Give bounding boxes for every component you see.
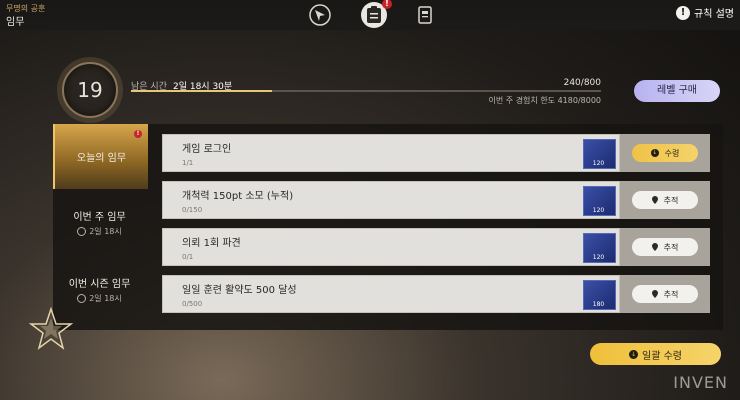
quest-info: 게임 로그인 1/1 120 [162, 134, 620, 172]
claim-all-button[interactable]: ↓ 일괄 수령 [590, 343, 721, 365]
watermark: INVEN [673, 373, 728, 392]
reward-item-icon[interactable]: 120 [583, 233, 616, 263]
mission-category-sidebar: 오늘의 임무 ! 이번 주 임무 2일 18시 이번 시즌 임무 2일 18시 [53, 124, 148, 330]
quest-progress: 0/500 [182, 300, 203, 308]
level-badge: 19 [62, 62, 118, 118]
quest-name: 개척력 150pt 소모 (누적) [182, 191, 294, 202]
daily-alert-badge: ! [134, 130, 142, 138]
missions-alert-badge: ! [382, 0, 392, 9]
nav-tab-missions[interactable]: ! [361, 0, 392, 28]
quest-progress: 1/1 [182, 159, 194, 167]
reward-amount: 120 [592, 254, 605, 261]
quest-info: 일일 훈련 활약도 500 달성 0/500 180 [162, 275, 620, 313]
track-label: 추적 [663, 289, 679, 299]
reward-item-icon[interactable]: 120 [583, 186, 616, 216]
tab-timer-value: 2일 18시 [89, 294, 122, 303]
reward-amount: 180 [592, 301, 605, 308]
compass-icon [309, 4, 331, 26]
quest-progress: 0/150 [182, 206, 203, 214]
quest-row: 게임 로그인 1/1 120 ↓ 수령 [162, 134, 710, 172]
track-label: 추적 [663, 242, 679, 252]
tab-timer-value: 2일 18시 [89, 227, 122, 236]
nav-tab-compass[interactable] [308, 3, 332, 27]
track-button[interactable]: 추적 [632, 191, 698, 209]
page-title: 임무 [6, 17, 25, 28]
download-claim-icon: ↓ [629, 349, 638, 359]
download-claim-icon: ↓ [650, 149, 659, 157]
tab-label: 이번 시즌 임무 [68, 279, 131, 290]
quest-action-area: 추적 [620, 181, 710, 219]
quest-progress: 0/1 [182, 253, 194, 261]
xp-count: 240/800 [563, 78, 601, 88]
clipboard-icon [367, 6, 381, 23]
reward-item-icon[interactable]: 180 [583, 280, 616, 310]
quest-info: 의뢰 1회 파견 0/1 120 [162, 228, 620, 266]
claim-button[interactable]: ↓ 수령 [632, 144, 698, 162]
claim-label: 수령 [664, 148, 680, 158]
tab-timer: 2일 18시 [77, 293, 122, 304]
pin-icon [651, 196, 658, 204]
quest-name: 일일 훈련 활약도 500 달성 [182, 285, 297, 296]
rules-label: 규칙 설명 [694, 9, 734, 20]
rules-button[interactable]: ! 규칙 설명 [676, 5, 734, 20]
tab-label: 이번 주 임무 [73, 212, 126, 223]
reward-amount: 120 [592, 160, 605, 167]
level-value: 19 [77, 78, 103, 102]
quest-name: 의뢰 1회 파견 [182, 238, 241, 249]
reward-item-icon[interactable]: 120 [583, 139, 616, 169]
claim-all-label: 일괄 수령 [642, 350, 682, 362]
info-icon: ! [676, 5, 691, 20]
quest-action-area: 추적 [620, 275, 710, 313]
quest-action-area: ↓ 수령 [620, 134, 710, 172]
xp-progress-fill [131, 90, 272, 92]
quest-row: 개척력 150pt 소모 (누적) 0/150 120 추적 [162, 181, 710, 219]
tab-timer: 2일 18시 [77, 226, 122, 237]
track-label: 추적 [663, 195, 679, 205]
track-button[interactable]: 추적 [632, 238, 698, 256]
track-button[interactable]: 추적 [632, 285, 698, 303]
quest-row: 의뢰 1회 파견 0/1 120 추적 [162, 228, 710, 266]
tab-label: 오늘의 임무 [76, 153, 127, 164]
quest-action-area: 추적 [620, 228, 710, 266]
quest-info: 개척력 150pt 소모 (누적) 0/150 120 [162, 181, 620, 219]
quest-row: 일일 훈련 활약도 500 달성 0/500 180 추적 [162, 275, 710, 313]
star-emblem-icon [28, 306, 74, 350]
buy-level-button[interactable]: 레벨 구매 [634, 80, 720, 102]
clock-icon [77, 227, 87, 236]
nav-tab-log[interactable] [413, 3, 437, 27]
clock-icon [77, 294, 87, 303]
xp-progress-bar [131, 90, 601, 92]
tab-daily-missions[interactable]: 오늘의 임무 ! [53, 124, 148, 189]
weekly-xp-cap: 이번 주 경험치 한도 4180/8000 [488, 96, 601, 105]
quest-name: 게임 로그인 [182, 144, 232, 155]
pin-icon [651, 290, 658, 298]
log-book-icon [418, 6, 432, 24]
reward-amount: 120 [592, 207, 605, 214]
pin-icon [651, 243, 658, 251]
top-bar: 무명의 공훈 임무 ! ! 규칙 설명 [0, 0, 740, 30]
tab-weekly-missions[interactable]: 이번 주 임무 2일 18시 [53, 190, 146, 255]
